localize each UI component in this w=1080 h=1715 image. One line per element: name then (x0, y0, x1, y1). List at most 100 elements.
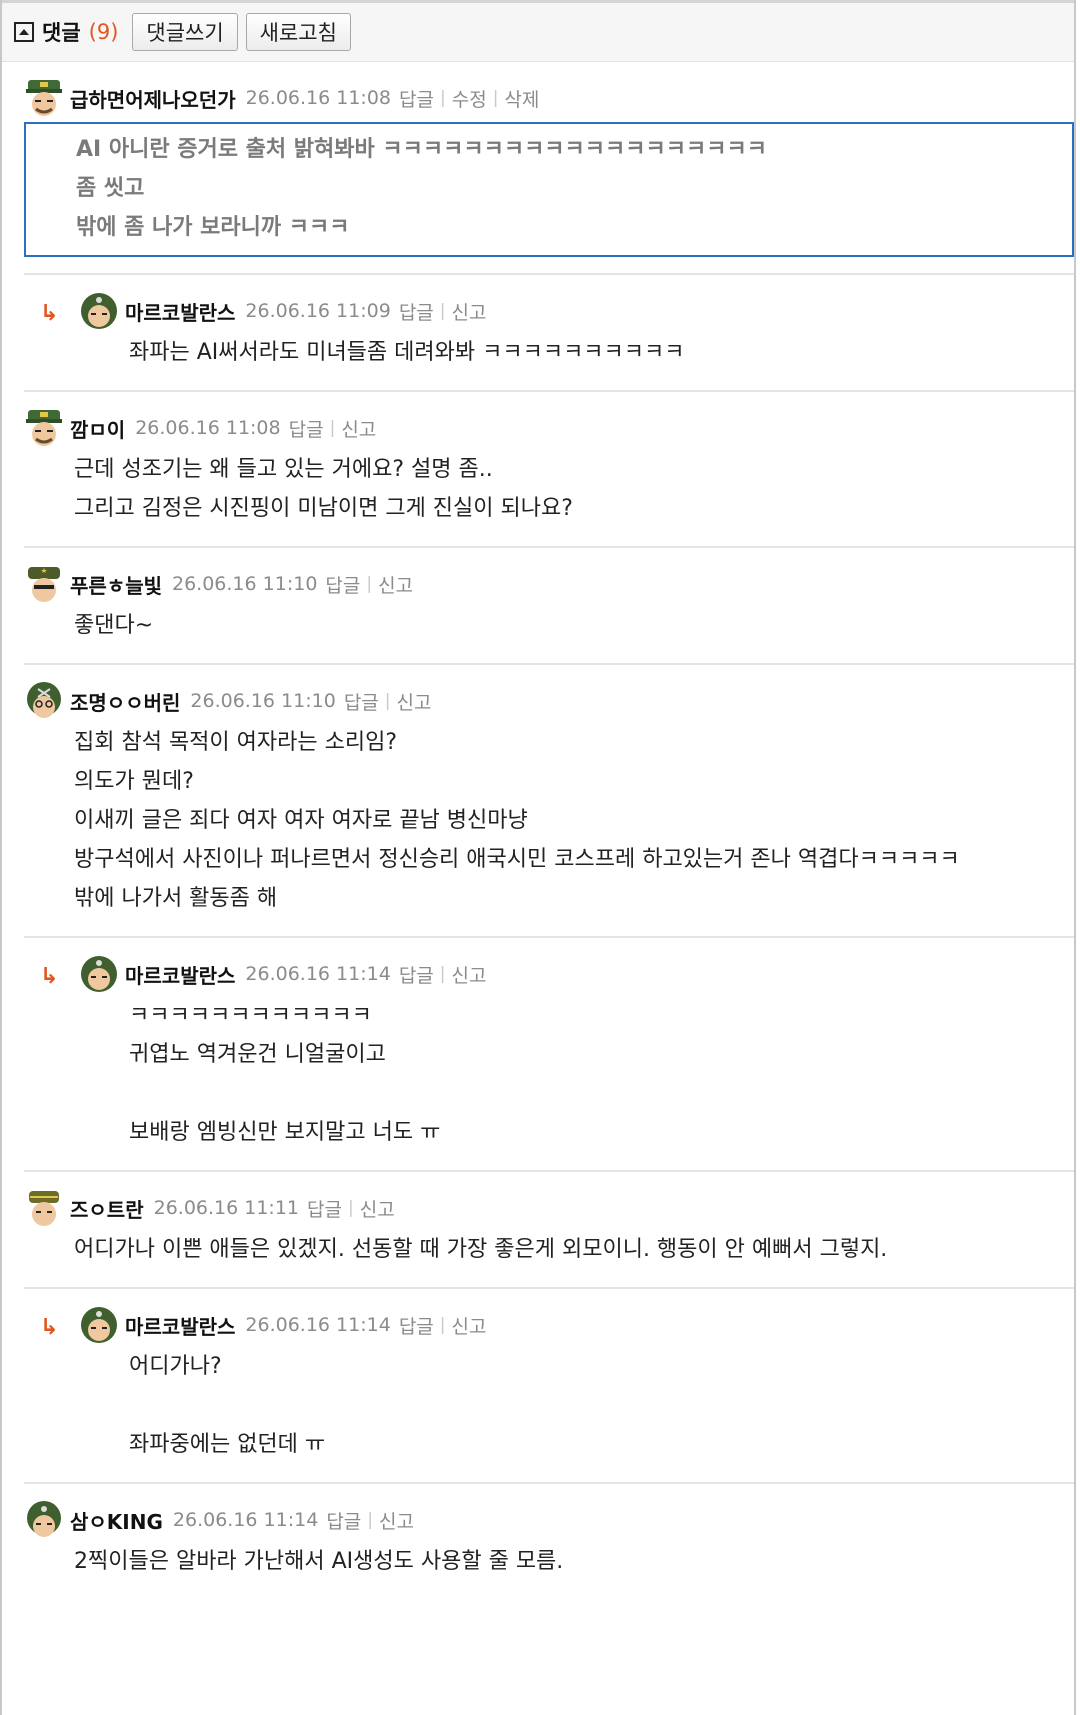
edit-link[interactable]: 수정 (452, 85, 487, 112)
comment-body: 좌파는 AI써서라도 미녀들좀 데려와봐 ㅋㅋㅋㅋㅋㅋㅋㅋㅋㅋ (79, 333, 1074, 372)
reply-link[interactable]: 답글 (399, 961, 434, 988)
comment-date: 26.06.16 11:11 (153, 1197, 300, 1219)
divider: | (366, 574, 373, 594)
reply-link[interactable]: 답글 (399, 1312, 434, 1339)
reply-item: ↳ 마르코발란스 26.06.16 11:14 답글 | 신고 ㅋㅋㅋㅋㅋㅋㅋㅋ… (24, 938, 1074, 1172)
divider: | (329, 418, 336, 438)
comment-item: 삼ㅇKING 26.06.16 11:14 답글 | 신고 2찍이들은 알바라 … (24, 1484, 1074, 1591)
comment-body: 2찍이들은 알바라 가난해서 AI생성도 사용할 줄 모름. (24, 1542, 1074, 1581)
comment-meta: 마르코발란스 26.06.16 11:14 답글 | 신고 (79, 1303, 1074, 1347)
comment-line: 2찍이들은 알바라 가난해서 AI생성도 사용할 줄 모름. (74, 1549, 564, 1574)
comment-line: 어디가나? (129, 1354, 222, 1379)
comment-date: 26.06.16 11:14 (245, 1314, 391, 1336)
reply-link[interactable]: 답글 (344, 688, 379, 715)
comment-body: 근데 성조기는 왜 들고 있는 거에요? 설명 좀.. 그리고 김정은 시진핑이… (24, 450, 1074, 528)
comment-author[interactable]: 마르코발란스 (125, 960, 235, 989)
divider: | (439, 1315, 446, 1335)
soldier-avatar-icon[interactable] (24, 1188, 64, 1228)
comment-date: 26.06.16 11:14 (245, 963, 391, 985)
comment-item: 조명ㅇㅇ버린 26.06.16 11:10 답글 | 신고 집회 참석 목적이 … (24, 665, 1074, 938)
comment-author[interactable]: 즈ㅇ트란 (70, 1194, 144, 1223)
reply-link[interactable]: 답글 (325, 571, 360, 598)
report-link[interactable]: 신고 (397, 688, 432, 715)
reply-arrow-icon: ↳ (40, 1315, 59, 1340)
comment-author[interactable]: 푸른ㅎ늘빛 (70, 570, 162, 599)
comment-author[interactable]: 급하면어제나오던가 (70, 84, 236, 113)
soldier-avatar-icon[interactable] (24, 681, 64, 721)
report-link[interactable]: 신고 (360, 1195, 395, 1222)
comment-body: 좋댄다~ (24, 606, 1074, 645)
divider: | (492, 88, 499, 108)
divider: | (367, 1510, 374, 1530)
comment-line: 집회 참석 목적이 여자라는 소리임? (74, 730, 398, 755)
comment-body: 어디가나? 좌파중에는 없던데 ㅠ (79, 1347, 1074, 1464)
comment-line (129, 1386, 1074, 1425)
comment-meta: 푸른ㅎ늘빛 26.06.16 11:10 답글 | 신고 (24, 562, 1074, 606)
comment-date: 26.06.16 11:08 (245, 87, 392, 109)
comment-meta: 마르코발란스 26.06.16 11:09 답글 | 신고 (79, 289, 1074, 333)
divider: | (439, 964, 446, 984)
comment-line: 좌파중에는 없던데 ㅠ (129, 1432, 326, 1457)
refresh-button[interactable]: 새로고침 (245, 13, 351, 51)
reply-item: ↳ 마르코발란스 26.06.16 11:14 답글 | 신고 어디가나? 좌파… (24, 1289, 1074, 1484)
soldier-avatar-icon[interactable] (79, 1305, 119, 1345)
divider: | (347, 1198, 354, 1218)
reply-link[interactable]: 답글 (326, 1507, 361, 1534)
comment-count: (9) (88, 20, 119, 44)
comment-item: 푸른ㅎ늘빛 26.06.16 11:10 답글 | 신고 좋댄다~ (24, 548, 1074, 665)
reply-link[interactable]: 답글 (399, 298, 434, 325)
comment-author[interactable]: 삼ㅇKING (70, 1506, 163, 1535)
report-link[interactable]: 신고 (452, 298, 487, 325)
comment-item: 깜ㅁ이 26.06.16 11:08 답글 | 신고 근데 성조기는 왜 들고 … (24, 392, 1074, 548)
reply-link[interactable]: 답글 (307, 1195, 342, 1222)
comment-line: 좌파는 AI써서라도 미녀들좀 데려와봐 ㅋㅋㅋㅋㅋㅋㅋㅋㅋㅋ (129, 340, 685, 365)
soldier-avatar-icon[interactable] (24, 408, 64, 448)
comment-date: 26.06.16 11:10 (190, 690, 336, 712)
comment-line: 그리고 김정은 시진핑이 미남이면 그게 진실이 되나요? (74, 496, 573, 521)
report-link[interactable]: 신고 (378, 571, 413, 598)
comment-line: 의도가 뭔데? (74, 769, 194, 794)
reply-arrow-icon: ↳ (40, 301, 59, 326)
comment-line: 보배랑 엠빙신만 보지말고 너도 ㅠ (129, 1120, 441, 1145)
delete-link[interactable]: 삭제 (504, 85, 539, 112)
comment-meta: 급하면어제나오던가 26.06.16 11:08 답글 | 수정 | 삭제 (24, 76, 1074, 120)
divider: | (384, 691, 391, 711)
report-link[interactable]: 신고 (452, 1312, 487, 1339)
comment-line: 좋댄다~ (74, 613, 154, 638)
comment-line: 어디가나 이쁜 애들은 있겠지. 선동할 때 가장 좋은게 외모이니. 행동이 … (74, 1237, 888, 1262)
comment-edit-box[interactable]: AI 아니란 증거로 출처 밝혀봐바 ㅋㅋㅋㅋㅋㅋㅋㅋㅋㅋㅋㅋㅋㅋㅋㅋㅋㅋㅋ 좀… (24, 122, 1074, 257)
soldier-avatar-icon[interactable] (79, 954, 119, 994)
comment-line: 좀 씻고 (76, 176, 145, 201)
soldier-avatar-icon[interactable] (24, 78, 64, 118)
collapse-toggle-icon[interactable] (14, 22, 34, 42)
comment-line: 밖에 나가서 활동좀 해 (74, 886, 278, 911)
comment-author[interactable]: 마르코발란스 (125, 297, 235, 326)
comment-meta: 깜ㅁ이 26.06.16 11:08 답글 | 신고 (24, 406, 1074, 450)
comment-author[interactable]: 조명ㅇㅇ버린 (70, 687, 180, 716)
comment-line: AI 아니란 증거로 출처 밝혀봐바 ㅋㅋㅋㅋㅋㅋㅋㅋㅋㅋㅋㅋㅋㅋㅋㅋㅋㅋㅋ (76, 137, 767, 162)
comment-body: 어디가나 이쁜 애들은 있겠지. 선동할 때 가장 좋은게 외모이니. 행동이 … (24, 1230, 1074, 1269)
soldier-avatar-icon[interactable] (24, 564, 64, 604)
comment-date: 26.06.16 11:08 (135, 417, 281, 439)
soldier-avatar-icon[interactable] (24, 1500, 64, 1540)
report-link[interactable]: 신고 (341, 415, 376, 442)
comment-line: ㅋㅋㅋㅋㅋㅋㅋㅋㅋㅋㅋㅋ (129, 1003, 372, 1028)
comment-meta: 삼ㅇKING 26.06.16 11:14 답글 | 신고 (24, 1498, 1074, 1542)
comment-body: ㅋㅋㅋㅋㅋㅋㅋㅋㅋㅋㅋㅋ 귀엽노 역겨운건 니얼굴이고 보배랑 엠빙신만 보지말… (79, 996, 1074, 1152)
comment-author[interactable]: 마르코발란스 (125, 1311, 235, 1340)
comment-item: 급하면어제나오던가 26.06.16 11:08 답글 | 수정 | 삭제 AI… (24, 62, 1074, 257)
reply-link[interactable]: 답글 (399, 85, 434, 112)
reply-item: ↳ 마르코발란스 26.06.16 11:09 답글 | 신고 좌파는 AI써서… (24, 275, 1074, 392)
comment-meta: 즈ㅇ트란 26.06.16 11:11 답글 | 신고 (24, 1186, 1074, 1230)
comment-line: 귀엽노 역겨운건 니얼굴이고 (129, 1042, 386, 1067)
report-link[interactable]: 신고 (452, 961, 487, 988)
write-comment-button[interactable]: 댓글쓰기 (132, 13, 238, 51)
comment-author[interactable]: 깜ㅁ이 (70, 414, 125, 443)
comment-body: 집회 참석 목적이 여자라는 소리임? 의도가 뭔데? 이새끼 글은 죄다 여자… (24, 723, 1074, 918)
comment-line: 이새끼 글은 죄다 여자 여자 여자로 끝남 병신마냥 (74, 808, 528, 833)
comment-section: 댓글 (9) 댓글쓰기 새로고침 급하면어제나오던가 26.06.16 11:0… (0, 0, 1076, 1715)
comment-line: 밖에 좀 나가 보라니까 ㅋㅋㅋ (76, 215, 350, 240)
soldier-avatar-icon[interactable] (79, 291, 119, 331)
reply-link[interactable]: 답글 (289, 415, 324, 442)
report-link[interactable]: 신고 (379, 1507, 414, 1534)
